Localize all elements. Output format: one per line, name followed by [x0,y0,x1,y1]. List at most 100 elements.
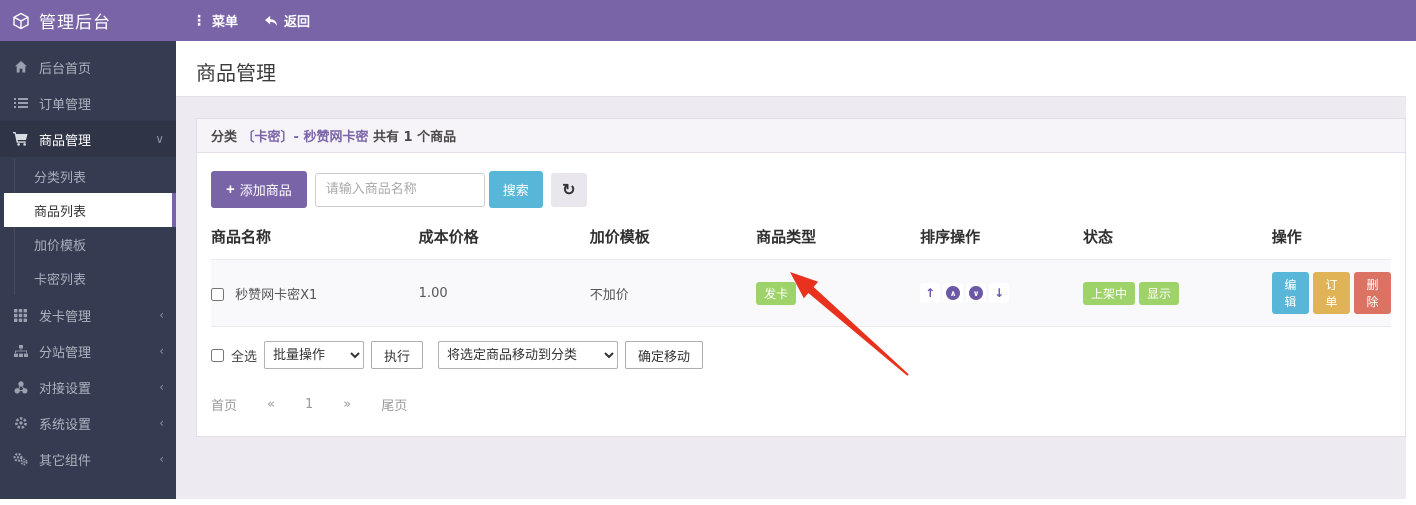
circle-down-icon: ∨ [969,286,983,300]
table-row: 秒赞网卡密X1 1.00 不加价 发卡 ↑ ∧ ∨ [211,260,1391,327]
sidebar-item-category-list[interactable]: 分类列表 [0,159,176,193]
menu-icon: ⋮ [192,13,206,29]
select-all-checkbox[interactable] [211,349,224,362]
toolbar: + 添加商品 搜索 ↻ [211,171,1391,208]
sidebar-item-label: 系统设置 [39,414,91,433]
sort-cell: ↑ ∧ ∨ ↓ [920,260,1083,327]
row-checkbox[interactable] [211,288,224,301]
sidebar-item-substation[interactable]: 分站管理 ‹ [0,333,176,369]
submenu-item-label: 分类列表 [34,167,86,186]
status-badge-onsale[interactable]: 上架中 [1083,282,1135,305]
execute-button[interactable]: 执行 [371,341,423,369]
products-submenu: 分类列表 商品列表 加价模板 卡密列表 [0,157,176,297]
move-category-select[interactable]: 将选定商品移动到分类 [438,341,618,369]
panel-body: + 添加商品 搜索 ↻ 商品名称 成 [197,153,1405,436]
sidebar-item-card-mgmt[interactable]: 发卡管理 ‹ [0,297,176,333]
sitemap-icon [12,345,29,358]
type-badge: 发卡 [756,282,796,305]
home-icon [12,60,29,74]
submenu-item-label: 商品列表 [34,201,86,220]
col-header-name: 商品名称 [211,214,419,260]
pagination: 首页 « 1 » 尾页 [211,395,1391,422]
current-page[interactable]: 1 [305,397,313,412]
markup-cell: 不加价 [590,260,756,327]
refresh-icon: ↻ [562,182,575,199]
grid-icon [12,309,29,322]
col-header-markup: 加价模板 [590,214,756,260]
back-icon [264,15,278,27]
back-label: 返回 [284,11,310,30]
sidebar-item-products[interactable]: 商品管理 ∨ [0,121,176,157]
delete-button[interactable]: 删除 [1354,272,1391,314]
sidebar-item-label: 商品管理 [39,130,91,149]
col-header-type: 商品类型 [756,214,920,260]
sidebar-item-system[interactable]: 系统设置 ‹ [0,405,176,441]
sidebar: 后台首页 订单管理 商品管理 ∨ 分类列表 商品列表 加价模板 [0,41,176,499]
category-prefix-label: 分类 [211,130,237,145]
confirm-move-button[interactable]: 确定移动 [625,341,703,369]
sidebar-item-docking[interactable]: 对接设置 ‹ [0,369,176,405]
col-header-cost: 成本价格 [419,214,590,260]
status-badge-visible[interactable]: 显示 [1139,282,1179,305]
refresh-button[interactable]: ↻ [551,173,587,207]
gear-icon [12,416,29,430]
content-header: 商品管理 [176,41,1406,97]
last-page-link[interactable]: 尾页 [381,395,407,414]
panel-header: 分类 〔卡密〕- 秒赞网卡密 共有 1 个商品 [197,119,1405,153]
brand-title: 管理后台 [39,8,111,33]
product-name: 秒赞网卡密X1 [235,288,317,303]
select-all-label: 全选 [231,346,257,365]
topbar: 管理后台 ⋮ 菜单 返回 [0,0,1416,41]
sidebar-item-product-list[interactable]: 商品列表 [4,193,176,227]
search-button[interactable]: 搜索 [489,171,543,208]
list-icon [12,97,29,109]
prev-page-link[interactable]: « [267,397,275,412]
sort-up-button[interactable]: ↑ [920,283,940,303]
plus-icon: + [226,181,235,198]
sort-to-bottom-button[interactable]: ∨ [966,283,986,303]
first-page-link[interactable]: 首页 [211,395,237,414]
product-name-cell: 秒赞网卡密X1 [211,260,419,327]
brand[interactable]: 管理后台 [0,8,176,33]
sidebar-item-label: 发卡管理 [39,306,91,325]
edit-button[interactable]: 编辑 [1272,272,1309,314]
submenu-item-label: 加价模板 [34,235,86,254]
submenu-item-label: 卡密列表 [34,269,86,288]
chevron-left-icon: ‹ [159,344,164,358]
sidebar-item-orders[interactable]: 订单管理 [0,85,176,121]
col-header-sort: 排序操作 [920,214,1083,260]
scrollbar-track[interactable] [1406,41,1416,505]
chevron-left-icon: ‹ [159,416,164,430]
content-area: 分类 〔卡密〕- 秒赞网卡密 共有 1 个商品 + 添加商品 搜索 ↻ [176,97,1406,437]
sidebar-item-label: 分站管理 [39,342,91,361]
sidebar-item-markup-template[interactable]: 加价模板 [0,227,176,261]
sidebar-item-label: 后台首页 [39,58,91,77]
page-title: 商品管理 [196,57,1386,86]
category-name: 〔卡密〕- 秒赞网卡密 [242,130,369,145]
chevron-down-icon: ∨ [155,132,164,146]
add-product-label: 添加商品 [240,180,292,199]
menu-toggle[interactable]: ⋮ 菜单 [192,11,238,30]
col-header-actions: 操作 [1272,214,1391,260]
sidebar-item-label: 订单管理 [39,94,91,113]
back-link[interactable]: 返回 [264,11,310,30]
chevron-left-icon: ‹ [159,308,164,322]
chevron-left-icon: ‹ [159,452,164,466]
sidebar-item-dashboard[interactable]: 后台首页 [0,49,176,85]
next-page-link[interactable]: » [343,397,351,412]
order-button[interactable]: 订单 [1313,272,1350,314]
cart-icon [12,132,29,146]
sidebar-item-label: 对接设置 [39,378,91,397]
menu-label: 菜单 [212,11,238,30]
search-input[interactable] [315,173,485,207]
batch-action-select[interactable]: 批量操作 [264,341,364,369]
sort-down-button[interactable]: ↓ [989,283,1009,303]
main-content: 商品管理 分类 〔卡密〕- 秒赞网卡密 共有 1 个商品 + 添加商品 搜索 ↻ [176,41,1406,499]
sidebar-item-card-list[interactable]: 卡密列表 [0,261,176,295]
add-product-button[interactable]: + 添加商品 [211,171,307,208]
status-cell: 上架中 显示 [1083,260,1272,327]
sidebar-item-label: 其它组件 [39,450,91,469]
sidebar-item-components[interactable]: 其它组件 ‹ [0,441,176,477]
sort-to-top-button[interactable]: ∧ [943,283,963,303]
type-cell: 发卡 [756,260,920,327]
